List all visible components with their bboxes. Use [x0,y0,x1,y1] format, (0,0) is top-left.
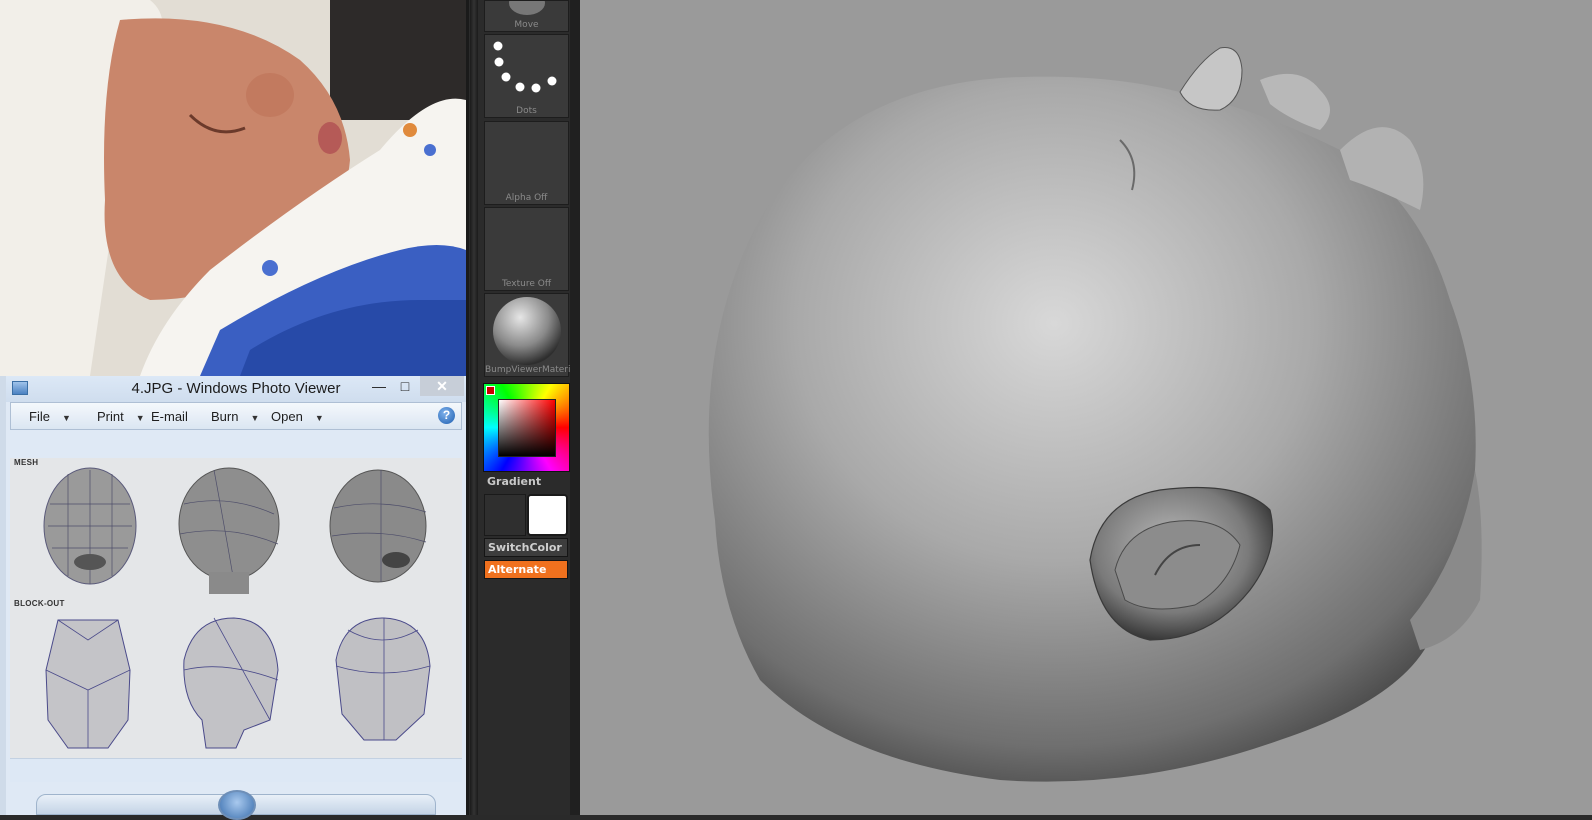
dots-stroke-icon [493,41,557,93]
texture-tile[interactable]: Texture Off [484,207,569,291]
main-color-swatch[interactable] [527,494,568,536]
photo-viewer-status-area [10,758,462,782]
caret-down-icon: ▼ [314,413,324,423]
left-pane: 4.JPG - Windows Photo Viewer — □ ✕ File ▼… [0,0,466,820]
mesh-head-front [43,467,137,585]
menu-file[interactable]: File ▼ [29,409,71,424]
brush-tile[interactable]: Move [484,0,569,32]
photo-viewer-image-area: MESH BLOCK-OUT [10,458,462,758]
blockout-section-label: BLOCK-OUT [14,599,65,608]
baby-photo-image [0,0,466,376]
panel-splitter[interactable] [470,0,478,815]
material-tile[interactable]: BumpViewerMateri [484,293,571,377]
help-icon[interactable]: ? [438,407,455,424]
texture-tile-label: Texture Off [501,279,552,289]
zbrush-shelf-edge [570,0,580,815]
menu-open[interactable]: Open ▼ [271,409,324,424]
mesh-section-label: MESH [14,458,39,467]
maximize-button[interactable]: □ [392,376,418,396]
baby-head-sculpt[interactable] [580,0,1592,815]
menu-open-label: Open [271,409,303,424]
menu-email[interactable]: E-mail [151,409,188,424]
caret-down-icon: ▼ [61,413,71,423]
menu-print[interactable]: Print ▼ [97,409,145,424]
baby-reference-photo [0,0,466,376]
stroke-tile-label: Dots [516,106,537,116]
minimize-button[interactable]: — [366,376,392,396]
color-picker-square[interactable] [498,399,556,457]
brush-tile-label: Move [514,20,539,30]
alternate-button[interactable]: Alternate [484,560,568,579]
switch-color-button[interactable]: SwitchColor [484,538,568,557]
mesh-head-side [178,467,280,594]
color-picker-marker[interactable] [486,386,495,395]
close-button[interactable]: ✕ [420,376,464,396]
color-picker[interactable] [483,383,570,472]
zbrush-viewport[interactable] [580,0,1592,815]
menu-file-label: File [29,409,50,424]
blockout-head-front [45,619,131,749]
alpha-tile-label: Alpha Off [505,193,548,203]
material-tile-label: BumpViewerMateri [485,365,571,375]
slideshow-play-button[interactable] [218,790,256,820]
blockout-head-three-quarter [335,617,431,741]
windows-photo-viewer: 4.JPG - Windows Photo Viewer — □ ✕ File ▼… [0,376,466,820]
menu-burn-label: Burn [211,409,239,424]
photo-viewer-menubar: File ▼ Print ▼ E-mail Burn ▼ Open ▼ ? [10,402,462,430]
menu-email-label: E-mail [151,409,188,424]
sphere-material-icon [493,297,561,365]
caret-down-icon: ▼ [250,413,260,423]
move-brush-icon [509,0,545,15]
photo-viewer-titlebar[interactable]: 4.JPG - Windows Photo Viewer — □ ✕ [6,376,466,402]
mesh-head-three-quarter [329,469,427,583]
blockout-head-side [183,617,279,749]
gradient-label[interactable]: Gradient [487,475,541,488]
menu-print-label: Print [97,409,124,424]
menu-burn[interactable]: Burn ▼ [211,409,259,424]
caret-down-icon: ▼ [135,413,145,423]
secondary-color-swatch[interactable] [484,494,526,536]
stroke-tile[interactable]: Dots [484,34,569,118]
alpha-tile[interactable]: Alpha Off [484,121,569,205]
